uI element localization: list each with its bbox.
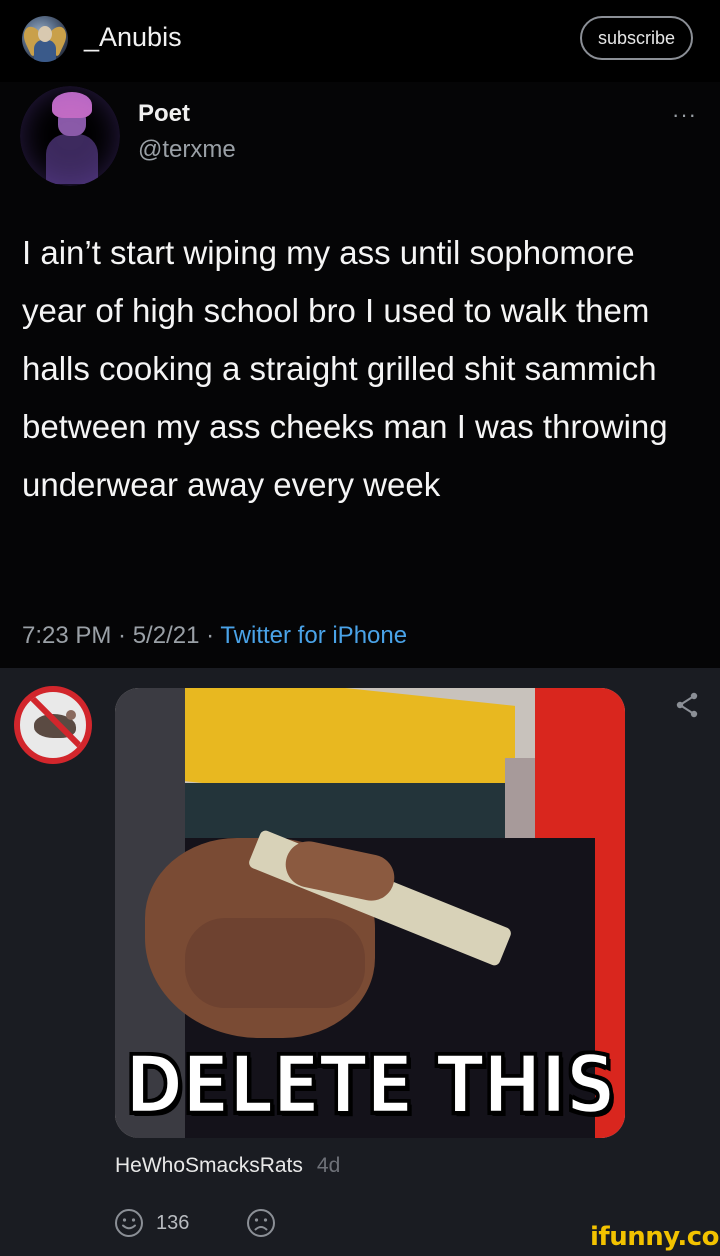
more-options-icon: ··· [672, 102, 697, 127]
tweet-text: I ain’t start wiping my ass until sophom… [22, 234, 668, 503]
author-username[interactable]: _Anubis [84, 22, 182, 53]
tweet-avatar [20, 86, 120, 186]
smile-count: 136 [156, 1211, 190, 1234]
comment-username[interactable]: HeWhoSmacksRats [115, 1154, 303, 1177]
smile-icon [115, 1209, 143, 1237]
meme-caption: DELETE THIS [123, 1036, 617, 1134]
commenter-avatar[interactable] [14, 686, 92, 764]
tweet-card: Poet @terxme ··· I ain’t start wiping my… [0, 82, 720, 668]
comment-author: HeWhoSmacksRats 4d [115, 1154, 340, 1178]
tweet-timestamp: 7:23 PM · 5/2/21 · [22, 622, 221, 649]
comment-age: 4d [316, 1154, 341, 1177]
tweet-meta: 7:23 PM · 5/2/21 · Twitter for iPhone [22, 622, 407, 650]
tweet-source: Twitter for iPhone [220, 622, 408, 649]
unsmile-button[interactable] [246, 1208, 276, 1243]
top-bar: _Anubis subscribe [0, 0, 720, 82]
tweet-handle: @terxme [138, 136, 236, 163]
share-icon[interactable] [672, 690, 702, 720]
tweet-display-name: Poet [138, 100, 191, 127]
comment-meme-image[interactable]: DELETE THIS [115, 688, 625, 1138]
smile-button[interactable]: 136 [114, 1208, 189, 1238]
user-avatar[interactable] [22, 16, 68, 62]
ifunny-watermark: ifunny.co [590, 1222, 719, 1252]
frown-icon [247, 1209, 275, 1237]
subscribe-button[interactable]: subscribe [580, 16, 693, 60]
